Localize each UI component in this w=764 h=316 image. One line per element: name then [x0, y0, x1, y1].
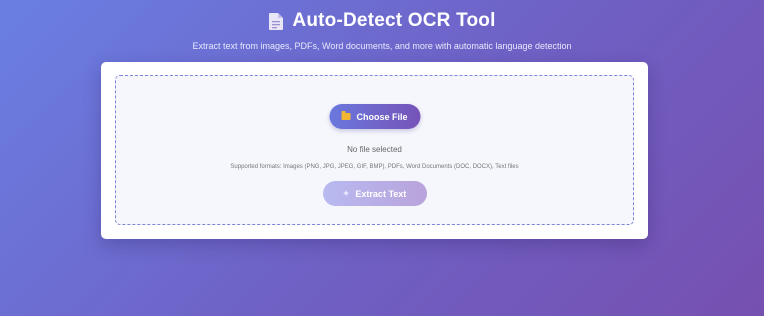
- document-icon: [268, 12, 284, 31]
- title-row: Auto-Detect OCR Tool: [0, 10, 764, 32]
- choose-file-label: Choose File: [356, 111, 408, 122]
- choose-file-button[interactable]: Choose File: [329, 104, 420, 129]
- file-dropzone[interactable]: Choose File No file selected Supported f…: [115, 75, 634, 225]
- page-subtitle: Extract text from images, PDFs, Word doc…: [192, 41, 572, 51]
- sparkle-icon: ✦: [342, 189, 350, 198]
- file-status: No file selected: [347, 145, 402, 154]
- page-title: Auto-Detect OCR Tool: [292, 10, 496, 31]
- extract-text-label: Extract Text: [355, 188, 407, 199]
- supported-formats: Supported formats: Images (PNG, JPG, JPE…: [230, 164, 519, 170]
- page-header: Auto-Detect OCR Tool Extract text from i…: [0, 0, 764, 51]
- upload-card: Choose File No file selected Supported f…: [101, 62, 648, 239]
- extract-text-button[interactable]: ✦ Extract Text: [322, 181, 427, 206]
- folder-icon: [341, 111, 351, 120]
